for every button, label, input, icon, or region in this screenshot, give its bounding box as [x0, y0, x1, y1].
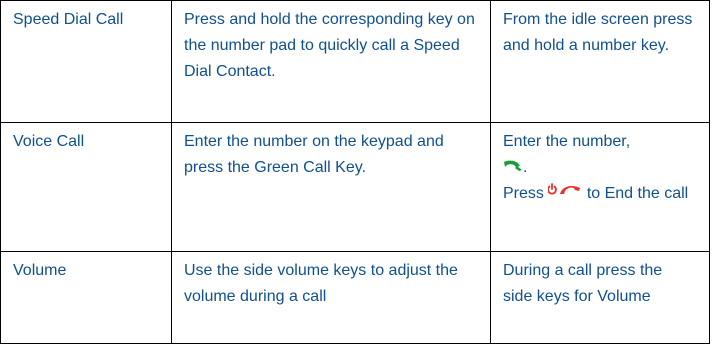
description-cell: Enter the number on the keypad and press… — [171, 122, 491, 252]
feature-label: Speed Dial Call — [13, 11, 124, 28]
description-cell: Press and hold the corresponding key on … — [171, 0, 491, 123]
how-to-text: From the idle screen press and hold a nu… — [503, 11, 693, 54]
feature-cell: Voice Call — [0, 122, 172, 252]
how-to-line: . — [503, 155, 703, 181]
description-text: Use the side volume keys to adjust the v… — [184, 262, 458, 305]
feature-label: Voice Call — [13, 133, 85, 150]
how-to-cell: During a call press the side keys for Vo… — [490, 251, 710, 344]
feature-cell: Speed Dial Call — [0, 0, 172, 123]
instructions-table: Speed Dial Call Press and hold the corre… — [0, 0, 710, 344]
description-text: Press and hold the corresponding key on … — [184, 11, 475, 80]
period-text: . — [523, 159, 528, 176]
table-row: Volume Use the side volume keys to adjus… — [0, 251, 710, 344]
description-text: Enter the number on the keypad and press… — [184, 133, 444, 176]
how-to-cell: Enter the number, . Press to End the cal… — [490, 122, 710, 252]
feature-label: Volume — [13, 262, 67, 279]
feature-cell: Volume — [0, 251, 172, 344]
green-call-icon — [504, 160, 522, 171]
how-to-line: During a call press the — [503, 262, 663, 279]
red-end-call-icon — [548, 183, 581, 195]
table-row: Voice Call Enter the number on the keypa… — [0, 122, 710, 252]
table-row: Speed Dial Call Press and hold the corre… — [0, 0, 710, 123]
end-call-text: to End the call — [586, 185, 689, 202]
how-to-cell: From the idle screen press and hold a nu… — [490, 0, 710, 123]
how-to-line: Enter the number, — [503, 133, 631, 150]
description-cell: Use the side volume keys to adjust the v… — [171, 251, 491, 344]
how-to-line: side keys for Volume — [503, 288, 651, 305]
how-to-line: Press to End the call — [503, 181, 703, 207]
press-text: Press — [503, 185, 544, 202]
